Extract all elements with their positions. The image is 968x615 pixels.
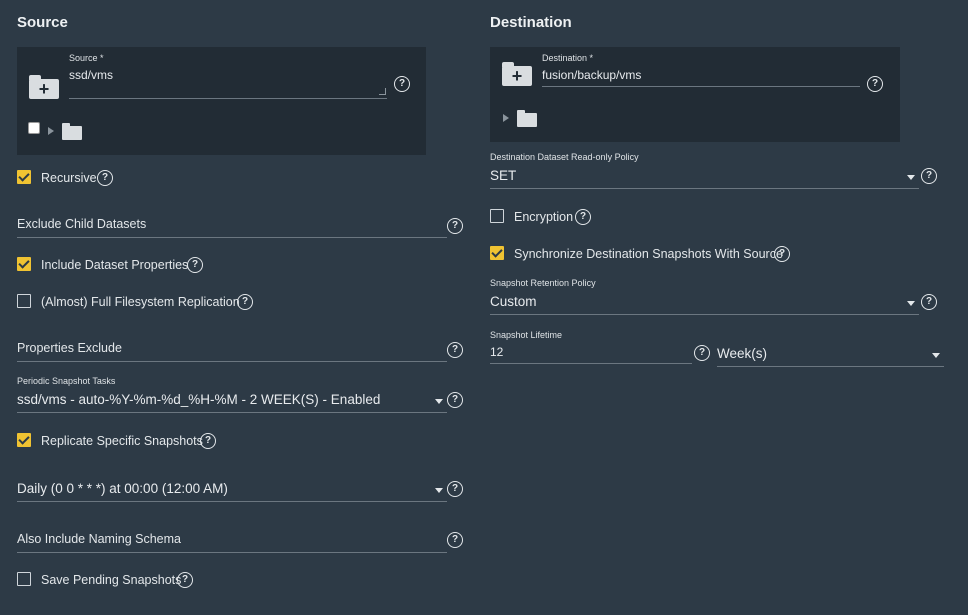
sync-snapshots-label: Synchronize Destination Snapshots With S…	[514, 247, 783, 261]
chevron-down-icon	[435, 399, 443, 404]
source-path-input[interactable]: ssd/vms	[69, 68, 387, 99]
periodic-snapshot-tasks-value: ssd/vms - auto-%Y-%m-%d_%H-%M - 2 WEEK(S…	[17, 392, 381, 407]
lifetime-unit-select[interactable]: Week(s)	[717, 345, 944, 367]
save-pending-snapshots-checkbox[interactable]	[17, 572, 31, 586]
retention-policy-label: Snapshot Retention Policy	[490, 278, 596, 288]
naming-schema-input[interactable]: Also Include Naming Schema	[17, 532, 447, 553]
periodic-snapshot-tasks-select[interactable]: ssd/vms - auto-%Y-%m-%d_%H-%M - 2 WEEK(S…	[17, 391, 447, 413]
help-icon[interactable]: ?	[774, 246, 790, 262]
folder-icon	[62, 123, 82, 140]
readonly-policy-select[interactable]: SET	[490, 167, 919, 189]
help-icon[interactable]: ?	[575, 209, 591, 225]
retention-policy-value: Custom	[490, 294, 537, 309]
destination-explorer: + Destination * fusion/backup/vms ?	[490, 47, 900, 142]
source-path-value: ssd/vms	[69, 68, 114, 82]
exclude-child-datasets-input[interactable]: Exclude Child Datasets	[17, 217, 447, 238]
add-folder-icon[interactable]: +	[29, 75, 59, 99]
encryption-checkbox[interactable]	[490, 209, 504, 223]
help-icon[interactable]: ?	[867, 76, 883, 92]
destination-path-value: fusion/backup/vms	[542, 68, 642, 82]
destination-field-label: Destination *	[542, 53, 594, 63]
help-icon[interactable]: ?	[447, 342, 463, 358]
folder-icon	[517, 110, 537, 127]
readonly-policy-value: SET	[490, 168, 517, 183]
help-icon[interactable]: ?	[237, 294, 253, 310]
exclude-child-datasets-label: Exclude Child Datasets	[17, 217, 147, 231]
include-dataset-properties-label: Include Dataset Properties	[41, 258, 189, 272]
properties-exclude-label: Properties Exclude	[17, 341, 122, 355]
destination-title: Destination	[490, 14, 572, 31]
help-icon[interactable]: ?	[694, 345, 710, 361]
schedule-value: Daily (0 0 * * *) at 00:00 (12:00 AM)	[17, 481, 228, 496]
expand-arrow-icon[interactable]	[48, 127, 54, 135]
save-pending-snapshots-label: Save Pending Snapshots	[41, 573, 182, 587]
chevron-down-icon	[907, 301, 915, 306]
help-icon[interactable]: ?	[394, 76, 410, 92]
properties-exclude-input[interactable]: Properties Exclude	[17, 341, 447, 362]
snapshot-lifetime-label: Snapshot Lifetime	[490, 330, 563, 340]
help-icon[interactable]: ?	[187, 257, 203, 273]
lifetime-unit-value: Week(s)	[717, 346, 768, 361]
help-icon[interactable]: ?	[921, 294, 937, 310]
periodic-snapshot-tasks-label: Periodic Snapshot Tasks	[17, 376, 116, 386]
help-icon[interactable]: ?	[447, 392, 463, 408]
source-field-label: Source *	[69, 53, 104, 63]
recursive-checkbox[interactable]	[17, 170, 31, 184]
full-filesystem-replication-label: (Almost) Full Filesystem Replication	[41, 295, 240, 309]
full-filesystem-replication-checkbox[interactable]	[17, 294, 31, 308]
help-icon[interactable]: ?	[200, 433, 216, 449]
include-dataset-properties-checkbox[interactable]	[17, 257, 31, 271]
help-icon[interactable]: ?	[921, 168, 937, 184]
encryption-label: Encryption	[514, 210, 574, 224]
schedule-select[interactable]: Daily (0 0 * * *) at 00:00 (12:00 AM)	[17, 480, 447, 502]
help-icon[interactable]: ?	[447, 481, 463, 497]
replicate-specific-snapshots-checkbox[interactable]	[17, 433, 31, 447]
snapshot-lifetime-input[interactable]: 12	[490, 345, 692, 364]
snapshot-lifetime-value: 12	[490, 345, 504, 359]
naming-schema-label: Also Include Naming Schema	[17, 532, 181, 546]
help-icon[interactable]: ?	[177, 572, 193, 588]
replicate-specific-snapshots-label: Replicate Specific Snapshots	[41, 434, 203, 448]
source-title: Source	[17, 14, 68, 31]
resize-handle-icon[interactable]	[379, 88, 386, 95]
destination-path-input[interactable]: fusion/backup/vms	[542, 68, 860, 87]
readonly-policy-label: Destination Dataset Read-only Policy	[490, 152, 639, 162]
chevron-down-icon	[932, 353, 940, 358]
chevron-down-icon	[907, 175, 915, 180]
tree-checkbox[interactable]	[28, 122, 40, 134]
sync-snapshots-checkbox[interactable]	[490, 246, 504, 260]
help-icon[interactable]: ?	[447, 532, 463, 548]
source-explorer: + Source * ssd/vms ?	[17, 47, 426, 155]
add-folder-icon[interactable]: +	[502, 62, 532, 86]
expand-arrow-icon[interactable]	[503, 114, 509, 122]
retention-policy-select[interactable]: Custom	[490, 293, 919, 315]
chevron-down-icon	[435, 488, 443, 493]
recursive-label: Recursive	[41, 171, 97, 185]
help-icon[interactable]: ?	[97, 170, 113, 186]
help-icon[interactable]: ?	[447, 218, 463, 234]
